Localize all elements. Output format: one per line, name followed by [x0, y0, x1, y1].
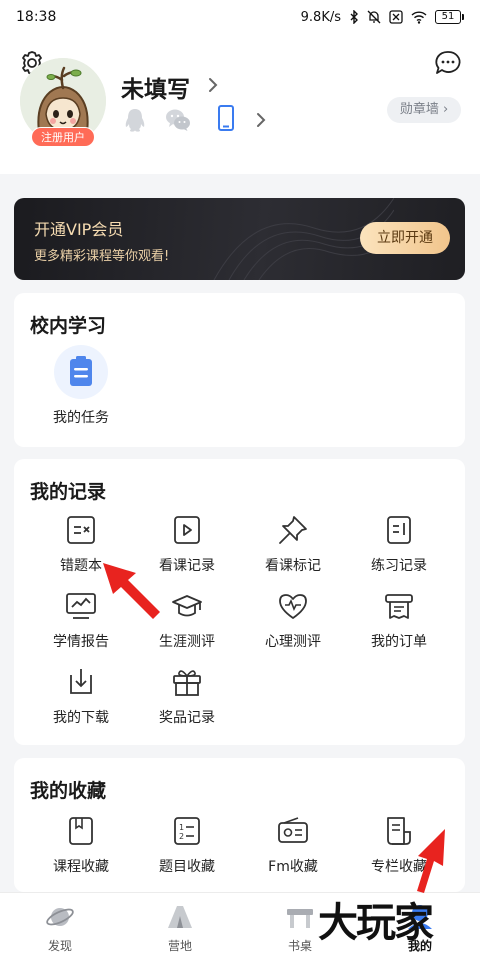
heart-pulse-icon: [279, 594, 307, 619]
vip-title: 开通VIP会员: [34, 220, 124, 239]
record-item-my-orders[interactable]: 我的订单: [346, 589, 452, 651]
bluetooth-icon: [350, 10, 358, 24]
favorite-item-questions[interactable]: 12 题目收藏: [134, 814, 240, 876]
item-label: 练习记录: [371, 558, 427, 574]
no-sim-icon: [389, 10, 403, 24]
item-label: 看课标记: [265, 558, 321, 574]
item-label: 题目收藏: [159, 859, 215, 875]
user-status-badge: 注册用户: [31, 127, 95, 147]
item-label: Fm收藏: [268, 859, 318, 875]
favorite-item-courses[interactable]: 课程收藏: [28, 814, 134, 876]
network-speed: 9.8K/s: [300, 9, 341, 25]
tab-label: 营地: [167, 939, 192, 953]
status-time: 18:38: [16, 9, 57, 25]
item-label: 专栏收藏: [371, 859, 427, 875]
my-records-card: 我的记录 错题本 看课记录 看课标记 练习记录 学情报告 生涯测评 心理测评 我…: [14, 459, 465, 745]
record-item-watch-marks[interactable]: 看课标记: [240, 513, 346, 575]
pushpin-icon: [279, 516, 307, 544]
status-bar: 18:38 9.8K/s 51: [0, 0, 480, 34]
document-icon: [387, 817, 411, 845]
battery-indicator: 51: [435, 10, 464, 24]
tab-label: 发现: [47, 939, 72, 953]
wechat-icon[interactable]: [164, 106, 192, 134]
record-item-watch-history[interactable]: 看课记录: [134, 513, 240, 575]
download-icon: [70, 669, 92, 694]
wifi-icon: [411, 10, 427, 24]
item-label: 课程收藏: [53, 859, 109, 875]
favorite-item-fm[interactable]: Fm收藏: [240, 814, 346, 876]
tab-camp[interactable]: 营地: [120, 893, 240, 960]
svg-text:2: 2: [179, 832, 184, 841]
item-label: 错题本: [60, 558, 102, 574]
mute-bell-icon: [367, 10, 381, 24]
tent-icon: [168, 906, 192, 928]
chevron-right-icon: ›: [438, 102, 449, 117]
item-label: 学情报告: [53, 634, 109, 650]
vip-subtitle: 更多精彩课程等你观看!: [34, 249, 170, 264]
status-icons: 9.8K/s 51: [301, 10, 464, 25]
record-item-psych-assessment[interactable]: 心理测评: [240, 589, 346, 651]
battery-level: 51: [435, 10, 461, 24]
username[interactable]: 未填写: [121, 70, 190, 104]
medal-wall-label: 勋章墙: [399, 102, 439, 117]
record-item-my-downloads[interactable]: 我的下载: [28, 665, 134, 727]
item-label: 我的下载: [53, 710, 109, 726]
vip-open-button[interactable]: 立即开通: [360, 222, 450, 254]
vip-banner[interactable]: 开通VIP会员 更多精彩课程等你观看! 立即开通: [14, 198, 465, 280]
monitor-chart-icon: [66, 593, 96, 619]
school-learning-card: 校内学习 我的任务: [14, 293, 465, 447]
favorite-item-columns[interactable]: 专栏收藏: [346, 814, 452, 876]
section-title: 我的记录: [30, 481, 107, 503]
numbered-list-icon: 12: [174, 817, 200, 845]
qq-icon[interactable]: [121, 106, 149, 134]
record-item-learning-report[interactable]: 学情报告: [28, 589, 134, 651]
section-title: 校内学习: [30, 315, 107, 337]
item-label: 我的订单: [371, 634, 427, 650]
my-tasks-item[interactable]: 我的任务: [28, 345, 134, 427]
bookmark-book-icon: [69, 817, 93, 845]
graduation-cap-icon: [172, 595, 202, 617]
watermark-text: 大玩家: [318, 900, 434, 946]
record-item-wrong-answers[interactable]: 错题本: [28, 513, 134, 575]
section-title: 我的收藏: [30, 780, 107, 802]
record-item-career-assessment[interactable]: 生涯测评: [134, 589, 240, 651]
record-item-practice-history[interactable]: 练习记录: [346, 513, 452, 575]
phone-icon[interactable]: [212, 104, 240, 132]
tab-discover[interactable]: 发现: [0, 893, 120, 960]
desk-icon: [287, 909, 313, 928]
practice-icon: [387, 516, 411, 544]
item-label: 我的任务: [53, 410, 109, 426]
item-label: 看课记录: [159, 558, 215, 574]
medal-wall-button[interactable]: 勋章墙 ›: [387, 97, 461, 123]
chevron-right-icon[interactable]: [254, 110, 268, 130]
chevron-right-icon[interactable]: [206, 75, 220, 95]
item-label: 奖品记录: [159, 710, 215, 726]
battery-tip: [462, 14, 464, 20]
radio-icon: [278, 817, 308, 843]
svg-text:1: 1: [179, 823, 184, 832]
receipt-icon: [385, 594, 413, 619]
clipboard-icon: [54, 345, 108, 399]
planet-icon: [46, 908, 74, 926]
video-play-icon: [174, 516, 200, 544]
item-label: 生涯测评: [159, 634, 215, 650]
wrong-answers-icon: [67, 516, 95, 544]
my-favorites-card: 我的收藏 课程收藏 12 题目收藏 Fm收藏 专栏收藏: [14, 758, 465, 892]
record-item-prize-history[interactable]: 奖品记录: [134, 665, 240, 727]
chat-bubble-icon[interactable]: [433, 48, 463, 78]
gift-icon: [173, 670, 201, 696]
item-label: 心理测评: [265, 634, 321, 650]
